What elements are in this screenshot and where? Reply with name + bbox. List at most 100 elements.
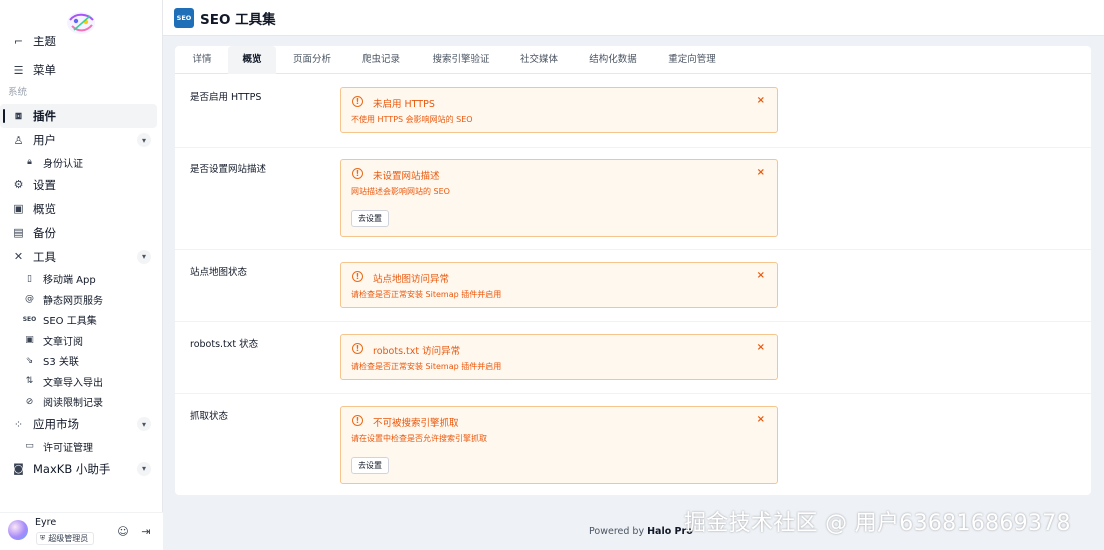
divider bbox=[175, 321, 1091, 322]
chevron-down-icon[interactable]: ▾ bbox=[137, 133, 151, 147]
warning-icon: ! bbox=[352, 96, 363, 107]
divider bbox=[175, 147, 1091, 148]
close-icon[interactable]: × bbox=[757, 95, 765, 106]
site-logo[interactable] bbox=[64, 8, 98, 38]
sidebar-item-seo-tools[interactable]: SEO SEO 工具集 bbox=[0, 310, 163, 331]
sidebar: ⌐ 主题 ☰ 菜单 系统 ⧈ 插件 ♙ 用户 ▾ 🔒︎ 身份认证 ⚙ 设置 ▣ 概览 ▤ 备份 … bbox=[0, 0, 163, 550]
warning-icon: ! bbox=[352, 343, 363, 354]
chevron-down-icon[interactable]: ▾ bbox=[137, 417, 151, 431]
footer-prefix: Powered by bbox=[589, 526, 645, 537]
sidebar-item-label: SEO 工具集 bbox=[43, 316, 97, 328]
sidebar-item-label: 设置 bbox=[33, 177, 56, 192]
profile-name: Eyre bbox=[35, 517, 57, 528]
chevron-down-icon[interactable]: ▾ bbox=[137, 461, 151, 476]
warning-icon: ! bbox=[352, 271, 363, 282]
sidebar-item-label: 身份认证 bbox=[43, 158, 83, 170]
sidebar-item-backup[interactable]: ▤ 备份 bbox=[0, 221, 163, 245]
alert-description: 请在设置中检查是否允许搜索引擎抓取 bbox=[351, 434, 487, 443]
document-icon: ▣ bbox=[25, 335, 34, 346]
license-icon: ▭ bbox=[25, 441, 34, 452]
tab-overview[interactable]: 概览 bbox=[228, 46, 276, 74]
sidebar-item-label: 文章订阅 bbox=[43, 336, 83, 348]
sidebar-item-market[interactable]: ⁘ 应用市场 ▾ bbox=[0, 412, 163, 436]
avatar[interactable] bbox=[8, 520, 28, 540]
sidebar-item-read-limit[interactable]: ⊘ 阅读限制记录 bbox=[0, 392, 163, 413]
gear-icon: ⚙ bbox=[13, 178, 24, 191]
page-header: SEO SEO 工具集 bbox=[163, 0, 1104, 36]
alert-crawl: ! 不可被搜索引擎抓取 请在设置中检查是否允许搜索引擎抓取 × 去设置 bbox=[340, 406, 778, 484]
sidebar-item-label: 概览 bbox=[33, 201, 56, 216]
sidebar-item-license[interactable]: ▭ 许可证管理 bbox=[0, 436, 163, 457]
tab-details[interactable]: 详情 bbox=[181, 46, 223, 74]
sidebar-item-tools[interactable]: ✕ 工具 ▾ bbox=[0, 245, 163, 269]
alert-title: robots.txt 访问异常 bbox=[373, 346, 461, 357]
alert-title: 站点地图访问异常 bbox=[373, 274, 450, 285]
alert-description: 不使用 HTTPS 会影响网站的 SEO bbox=[351, 115, 473, 124]
logout-icon[interactable]: ⇥ bbox=[140, 525, 152, 538]
alert-description: 请检查是否正常安装 Sitemap 插件并启用 bbox=[351, 290, 502, 299]
alert-title: 未设置网站描述 bbox=[373, 171, 440, 182]
phone-icon: ▯ bbox=[27, 273, 32, 284]
sidebar-item-theme[interactable]: ⌐ 主题 bbox=[0, 36, 163, 58]
divider bbox=[175, 393, 1091, 394]
footer-powered-by: Powered by Halo Pro bbox=[589, 526, 693, 537]
sidebar-item-label: 文章导入导出 bbox=[43, 377, 103, 389]
sidebar-item-menu[interactable]: ☰ 菜单 bbox=[0, 58, 163, 82]
apps-icon: ⁘ bbox=[13, 417, 24, 431]
check-label-https: 是否启用 HTTPS bbox=[190, 92, 262, 103]
sidebar-item-subscription[interactable]: ▣ 文章订阅 bbox=[0, 330, 163, 351]
warning-icon: ! bbox=[352, 415, 363, 426]
sidebar-item-static-pages[interactable]: @ 静态网页服务 bbox=[0, 289, 163, 310]
tab-redirects[interactable]: 重定向管理 bbox=[658, 46, 726, 74]
alert-title: 未启用 HTTPS bbox=[373, 99, 435, 110]
sidebar-item-maxkb[interactable]: ◙ MaxKB 小助手 ▾ bbox=[0, 457, 163, 481]
plugin-icon: ⧈ bbox=[15, 109, 22, 122]
sidebar-item-mobile-app[interactable]: ▯ 移动端 App bbox=[0, 269, 163, 290]
tab-search-verify[interactable]: 搜索引擎验证 bbox=[421, 46, 501, 74]
sidebar-item-settings[interactable]: ⚙ 设置 bbox=[0, 173, 163, 197]
tab-page-analysis[interactable]: 页面分析 bbox=[283, 46, 341, 74]
close-icon[interactable]: × bbox=[757, 414, 765, 425]
go-settings-button[interactable]: 去设置 bbox=[351, 210, 389, 227]
alert-https: ! 未启用 HTTPS 不使用 HTTPS 会影响网站的 SEO × bbox=[340, 87, 778, 133]
section-label-system: 系统 bbox=[8, 87, 28, 98]
alert-description: ! 未设置网站描述 网站描述会影响网站的 SEO × 去设置 bbox=[340, 159, 778, 237]
close-icon[interactable]: × bbox=[757, 167, 765, 178]
tools-icon: ✕ bbox=[13, 250, 24, 263]
alert-title: 不可被搜索引擎抓取 bbox=[373, 418, 459, 429]
check-label-description: 是否设置网站描述 bbox=[190, 164, 267, 175]
close-icon[interactable]: × bbox=[757, 270, 765, 281]
sidebar-item-label: 应用市场 bbox=[33, 417, 79, 431]
archive-icon: ▤ bbox=[13, 226, 24, 239]
sidebar-item-s3[interactable]: ⇘ S3 关联 bbox=[0, 351, 163, 372]
sidebar-item-label: 静态网页服务 bbox=[43, 295, 103, 307]
tab-structured-data[interactable]: 结构化数据 bbox=[579, 46, 647, 74]
sidebar-item-label: 主题 bbox=[33, 36, 56, 48]
sidebar-item-users[interactable]: ♙ 用户 ▾ bbox=[0, 128, 163, 152]
brush-icon: ⌐ bbox=[13, 36, 24, 48]
tab-social-media[interactable]: 社交媒体 bbox=[511, 46, 567, 74]
check-label-sitemap: 站点地图状态 bbox=[190, 267, 248, 278]
sidebar-item-plugins[interactable]: ⧈ 插件 bbox=[0, 104, 157, 128]
sidebar-item-auth[interactable]: 🔒︎ 身份认证 bbox=[0, 152, 163, 173]
chevron-down-icon[interactable]: ▾ bbox=[137, 249, 151, 264]
sidebar-item-label: 移动端 App bbox=[43, 275, 96, 287]
tab-crawler-log[interactable]: 爬虫记录 bbox=[352, 46, 410, 74]
go-settings-button[interactable]: 去设置 bbox=[351, 457, 389, 474]
content-card: 详情 概览 页面分析 爬虫记录 搜索引擎验证 社交媒体 结构化数据 重定向管理 … bbox=[175, 46, 1091, 495]
sidebar-nav: ⌐ 主题 ☰ 菜单 系统 ⧈ 插件 ♙ 用户 ▾ 🔒︎ 身份认证 ⚙ 设置 ▣ 概览 ▤ 备份 … bbox=[0, 36, 163, 481]
alert-robots: ! robots.txt 访问异常 请检查是否正常安装 Sitemap 插件并启… bbox=[340, 334, 778, 380]
warning-icon: ! bbox=[352, 168, 363, 179]
terminal-icon: ▣ bbox=[13, 202, 24, 215]
close-icon[interactable]: × bbox=[757, 342, 765, 353]
role-badge: ⛨ 超级管理员 bbox=[36, 532, 95, 545]
sidebar-item-import-export[interactable]: ⇅ 文章导入导出 bbox=[0, 371, 163, 392]
profile-icon[interactable]: ☺ bbox=[117, 525, 129, 538]
menu-icon: ☰ bbox=[13, 63, 24, 77]
alert-description: 请检查是否正常安装 Sitemap 插件并启用 bbox=[351, 362, 502, 371]
at-icon: @ bbox=[25, 294, 34, 305]
sidebar-item-label: 许可证管理 bbox=[43, 442, 93, 454]
bot-icon: ◙ bbox=[13, 462, 24, 475]
sidebar-item-overview[interactable]: ▣ 概览 bbox=[0, 197, 163, 221]
page-title: SEO 工具集 bbox=[200, 12, 276, 28]
